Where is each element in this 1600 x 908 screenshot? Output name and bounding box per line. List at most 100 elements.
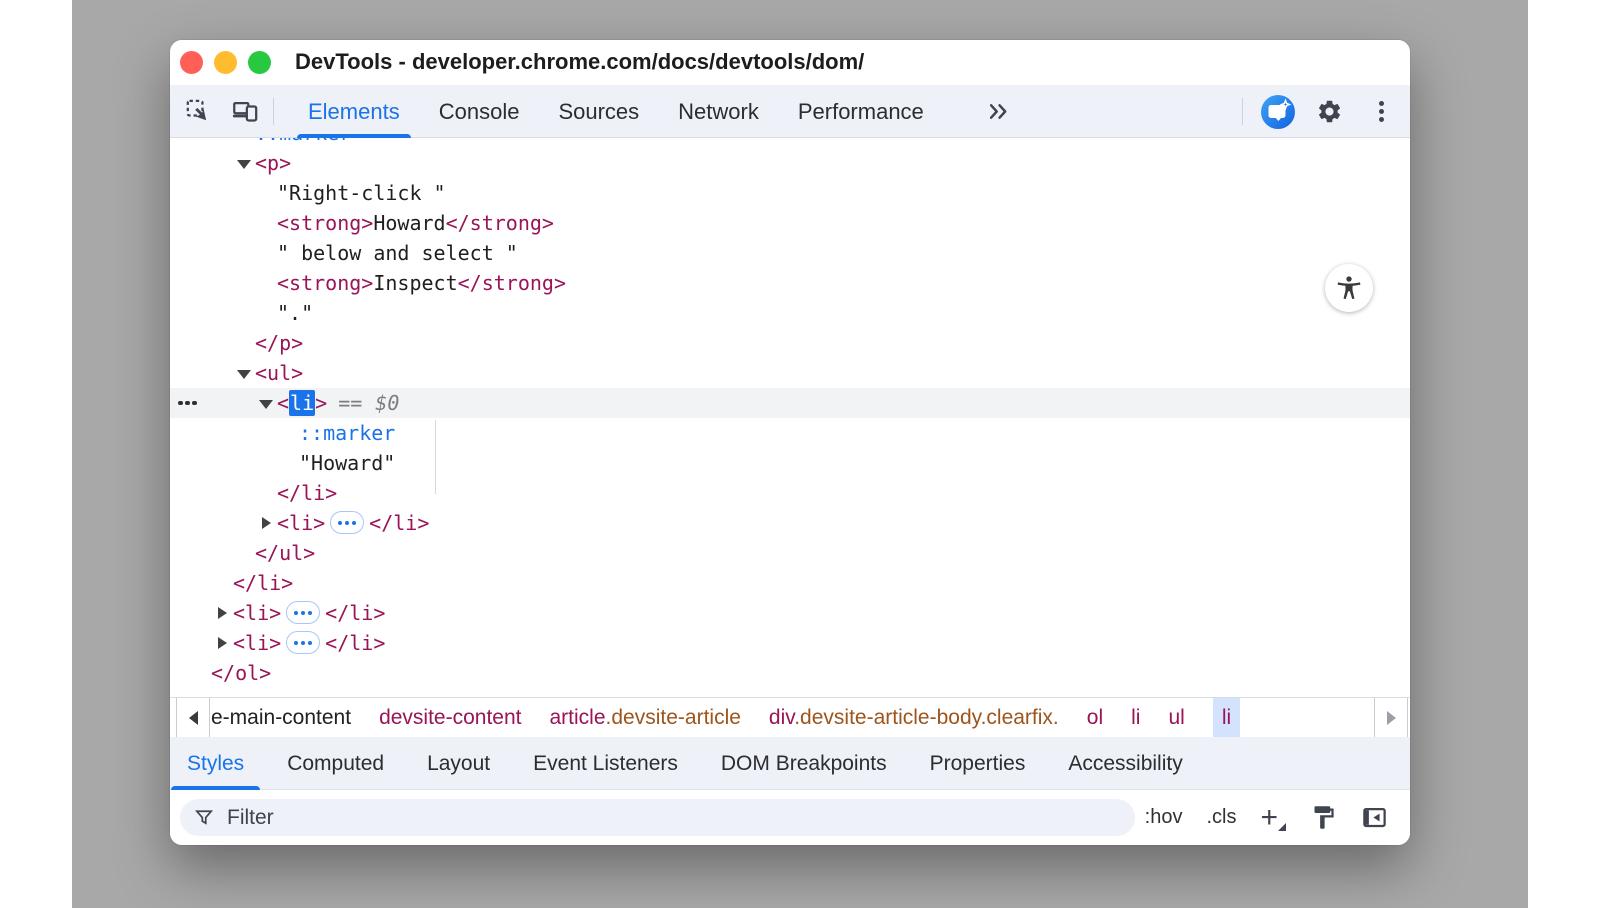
dom-tree-row[interactable]: ::marker [170,138,1410,148]
breadcrumb-classes: .devsite-article-body.clearfix. [794,706,1059,729]
new-style-rule-button[interactable]: + [1260,803,1286,833]
collapse-arrow-icon[interactable] [236,148,252,178]
pseudo-state-toggle[interactable]: :hov [1145,806,1183,829]
breadcrumb-scroll-right-button[interactable] [1374,698,1408,738]
expand-arrow-icon[interactable] [214,598,230,628]
expand-children-adorner-icon[interactable] [286,631,320,654]
breadcrumb-item[interactable]: ul [1168,698,1184,738]
breadcrumb-item[interactable]: ol [1087,698,1103,738]
dom-tree-row[interactable]: <strong>Inspect</strong> [170,268,1410,298]
breadcrumb-item[interactable]: li [1213,698,1240,738]
code-segment-tag: </li> [277,481,337,505]
devtools-toolbar: ElementsConsoleSourcesNetworkPerformance [170,85,1410,138]
dock-sidebar-icon[interactable] [1361,804,1388,831]
dom-tree-row[interactable]: </ol> [170,658,1410,688]
breadcrumb-tag: li [1222,706,1231,729]
expand-arrow-icon[interactable] [258,508,274,538]
tab-console[interactable]: Console [424,85,535,138]
dom-tree-row[interactable]: </li> [170,478,1410,508]
tab-event-listeners[interactable]: Event Listeners [517,737,694,790]
elements-panel: ::marker<p>"Right-click "<strong>Howard<… [170,138,1410,697]
code-segment-text: "." [277,301,313,325]
minimize-window-button[interactable] [214,51,237,74]
settings-gear-icon[interactable] [1316,98,1343,125]
filter-bar-controls: :hov .cls + [1145,790,1388,845]
tab-accessibility[interactable]: Accessibility [1052,737,1198,790]
dom-tree-row[interactable]: "Right-click " [170,178,1410,208]
dom-tree-row[interactable]: "Howard" [170,448,1410,478]
expand-children-adorner-icon[interactable] [330,511,364,534]
breadcrumb-classes: .devsite-article [606,706,741,729]
expand-arrow-icon[interactable] [214,628,230,658]
styles-filter-bar: :hov .cls + [170,790,1410,845]
code-segment-tag: <strong> [277,271,373,295]
breadcrumb-item[interactable]: article.devsite-article [550,698,741,738]
dom-tree-row[interactable]: " below and select " [170,238,1410,268]
collapse-arrow-icon[interactable] [236,358,252,388]
tab-properties[interactable]: Properties [914,737,1042,790]
code-segment-text: " below and select " [277,241,518,265]
paint-brush-icon[interactable] [1310,804,1337,831]
dom-tree-row[interactable]: <li></li> [170,628,1410,658]
breadcrumb-tag: devsite-content [379,706,521,729]
breadcrumb-tag: li [1131,706,1140,729]
code-segment-dollar: $0 [375,391,399,415]
ai-assistant-icon[interactable] [1261,95,1295,129]
expand-children-adorner-icon[interactable] [286,601,320,624]
tab-dom-breakpoints[interactable]: DOM Breakpoints [705,737,903,790]
filter-field[interactable] [180,799,1135,836]
dom-tree-row[interactable]: "." [170,298,1410,328]
code-segment-tag: </strong> [446,211,554,235]
dom-tree-row[interactable]: </p> [170,328,1410,358]
panel-tabs: ElementsConsoleSourcesNetworkPerformance [293,85,939,138]
code-segment-tag: </ol> [211,661,271,685]
device-toolbar-icon[interactable] [232,98,259,125]
code-segment-tag: <li> [233,631,281,655]
more-tabs-chevron-icon[interactable] [985,98,1013,125]
class-toggle[interactable]: .cls [1206,806,1236,829]
code-segment-pseudo: ::marker [255,138,351,145]
code-segment-tag: </strong> [458,271,566,295]
zoom-window-button[interactable] [248,51,271,74]
dom-tree-row[interactable]: <li>==$0 [170,388,1410,418]
breadcrumb-item[interactable]: e-main-content [211,698,351,738]
tab-performance[interactable]: Performance [783,85,939,138]
tab-styles[interactable]: Styles [171,737,260,790]
dom-tree-row[interactable]: <ul> [170,358,1410,388]
dom-tree-row[interactable]: <p> [170,148,1410,178]
code-segment-tag: </p> [255,331,303,355]
tab-computed[interactable]: Computed [271,737,400,790]
dom-tree-row[interactable]: <strong>Howard</strong> [170,208,1410,238]
accessibility-person-icon [1335,274,1363,302]
code-segment-text: "Right-click " [277,181,446,205]
dom-tree-row[interactable]: </li> [170,568,1410,598]
breadcrumb-item[interactable]: div.devsite-article-body.clearfix. [769,698,1059,738]
breadcrumb-tag: article [550,706,606,729]
code-segment-tag: <li> [277,511,325,535]
dom-tree-row[interactable]: </ul> [170,538,1410,568]
node-options-icon[interactable] [178,388,197,418]
tab-sources[interactable]: Sources [543,85,654,138]
window-title: DevTools - developer.chrome.com/docs/dev… [295,49,864,75]
inspect-element-icon[interactable] [185,98,212,125]
close-window-button[interactable] [180,51,203,74]
breadcrumb-tag: ul [1168,706,1184,729]
tab-elements[interactable]: Elements [293,85,415,138]
dom-tree-row[interactable]: <li></li> [170,598,1410,628]
more-options-kebab-icon[interactable] [1375,98,1387,125]
breadcrumb-item[interactable]: devsite-content [379,698,521,738]
code-segment-text: Howard [373,211,445,235]
collapse-arrow-icon[interactable] [258,388,274,418]
filter-input[interactable] [227,806,1047,830]
code-segment-tag: < [277,391,289,415]
breadcrumb-scroll-left-button[interactable] [176,698,210,738]
tab-layout[interactable]: Layout [411,737,506,790]
tab-network[interactable]: Network [663,85,774,138]
breadcrumb-tag: div [769,706,794,729]
accessibility-fab[interactable] [1325,264,1373,312]
dom-tree-row[interactable]: <li></li> [170,508,1410,538]
toolbar-divider [1242,98,1243,125]
dom-tree-row[interactable]: ::marker [170,418,1410,448]
breadcrumb-tag: e-main-content [211,706,351,729]
breadcrumb-item[interactable]: li [1131,698,1140,738]
